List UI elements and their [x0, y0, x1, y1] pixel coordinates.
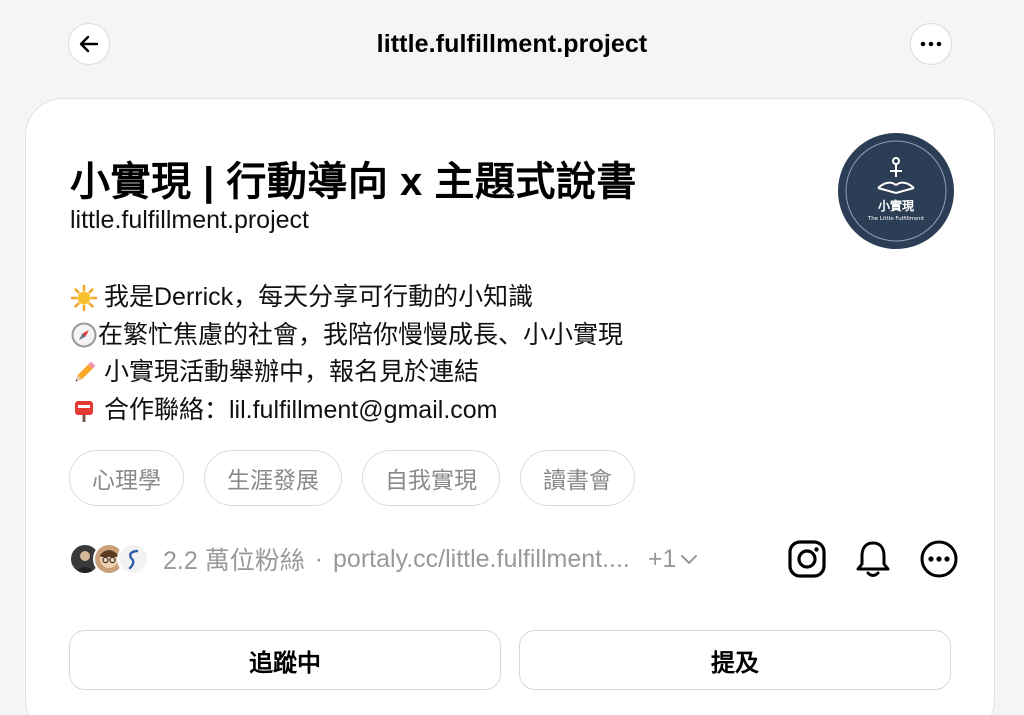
bio-line: 在繁忙焦慮的社會，我陪你慢慢成長、小小實現: [70, 317, 623, 355]
avatar[interactable]: 小實現 The Little Fulfillment: [838, 133, 954, 249]
pencil-emoji-icon: [75, 361, 96, 382]
profile-link[interactable]: portaly.cc/little.fulfillment....: [333, 545, 630, 574]
meta-separator: ·: [314, 544, 324, 573]
more-options-button[interactable]: [910, 23, 952, 65]
profile-name: 小實現 | 行動導向 x 主題式說書: [70, 160, 637, 204]
mailbox-emoji-icon: [75, 401, 93, 423]
profile-meta-row: 2.2 萬位粉絲 · portaly.cc/little.fulfillment…: [69, 539, 959, 579]
tag-chip[interactable]: 心理學: [69, 450, 184, 506]
bio-text: 合作聯絡：lil.fulfillment@gmail.com: [104, 395, 498, 424]
instagram-icon: [788, 540, 826, 578]
bell-icon: [856, 541, 890, 577]
profile-card: 小實現 | 行動導向 x 主題式說書 little.fulfillment.pr…: [25, 98, 995, 715]
instagram-button[interactable]: [787, 539, 827, 579]
avatar-title: 小實現: [878, 198, 914, 213]
compass-emoji-icon: [71, 322, 97, 348]
sun-emoji-icon: [70, 284, 98, 311]
bio-line: 合作聯絡：lil.fulfillment@gmail.com: [70, 392, 623, 430]
follower-avatars[interactable]: [69, 543, 151, 575]
follower-avatar: [117, 543, 149, 575]
page-title: little.fulfillment.project: [376, 30, 648, 58]
profile-handle: little.fulfillment.project: [70, 206, 309, 234]
notifications-button[interactable]: [853, 539, 893, 579]
ellipsis-icon: [920, 41, 942, 47]
following-button[interactable]: 追蹤中: [69, 630, 501, 690]
more-links-toggle[interactable]: +1: [648, 545, 699, 574]
tag-chip[interactable]: 生涯發展: [204, 450, 342, 506]
mention-button[interactable]: 提及: [519, 630, 951, 690]
bio-text: 我是Derrick，每天分享可行動的小知識: [104, 283, 534, 311]
more-links-count: +1: [647, 544, 677, 573]
profile-buttons: 追蹤中 提及: [69, 630, 951, 690]
topic-tags: 心理學 生涯發展 自我實現 讀書會: [69, 450, 635, 506]
more-profile-options-button[interactable]: [919, 539, 959, 579]
avatar-subtitle: The Little Fulfillment: [867, 216, 925, 222]
ellipsis-circle-icon: [920, 540, 958, 578]
profile-action-icons: [787, 539, 959, 579]
top-bar: little.fulfillment.project: [0, 0, 1024, 90]
tag-chip[interactable]: 讀書會: [520, 450, 635, 506]
chevron-down-icon: [681, 555, 698, 564]
tag-chip[interactable]: 自我實現: [362, 450, 500, 506]
logo-icon: [877, 157, 915, 195]
followers-count[interactable]: 2.2 萬位粉絲: [163, 541, 305, 577]
bio-line: 我是Derrick，每天分享可行動的小知識: [70, 279, 623, 317]
bio: 我是Derrick，每天分享可行動的小知識 在繁忙焦慮的社會，我陪你慢慢成長、小…: [70, 279, 623, 429]
bio-text: 在繁忙焦慮的社會，我陪你慢慢成長、小小實現: [98, 320, 624, 349]
bio-text: 小實現活動舉辦中，報名見於連結: [104, 358, 480, 386]
bio-line: 小實現活動舉辦中，報名見於連結: [70, 354, 623, 392]
